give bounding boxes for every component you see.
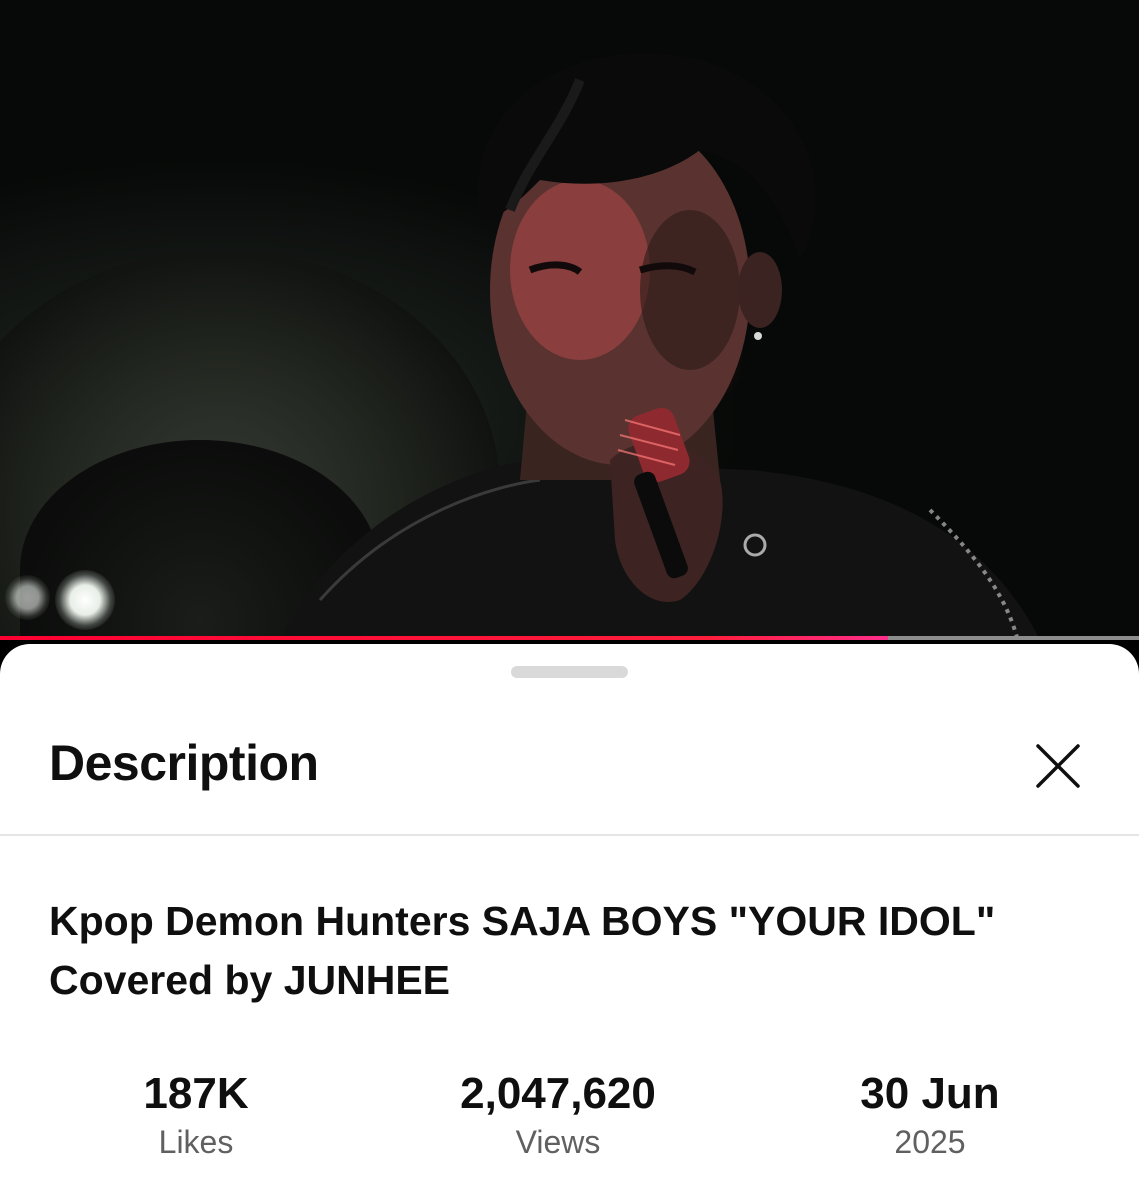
drag-handle[interactable] xyxy=(511,666,628,678)
publish-year: 2025 xyxy=(894,1124,966,1160)
sheet-title: Description xyxy=(49,735,319,791)
video-player[interactable] xyxy=(0,0,1139,640)
views-stat: 2,047,620 Views xyxy=(408,1068,708,1164)
stage-light-2 xyxy=(5,575,50,620)
stage-light-1 xyxy=(55,570,115,630)
views-count: 2,047,620 xyxy=(460,1069,656,1118)
close-button[interactable] xyxy=(1026,734,1090,798)
views-label: Views xyxy=(515,1124,601,1160)
likes-count: 187K xyxy=(143,1069,249,1118)
video-title: Kpop Demon Hunters SAJA BOYS "YOUR IDOL"… xyxy=(49,898,1019,1003)
likes-stat: 187K Likes xyxy=(46,1068,346,1164)
date-stat: 30 Jun 2025 xyxy=(780,1068,1080,1164)
video-progress-fill xyxy=(0,636,889,640)
close-icon xyxy=(1036,744,1080,788)
likes-label: Likes xyxy=(158,1124,234,1160)
description-sheet: Description Kpop Demon Hunters SAJA BOYS… xyxy=(0,644,1139,1200)
performer-figure xyxy=(280,53,1040,640)
header-divider xyxy=(0,834,1139,836)
video-progress-bar[interactable] xyxy=(0,636,1139,640)
publish-date: 30 Jun xyxy=(860,1069,1000,1118)
